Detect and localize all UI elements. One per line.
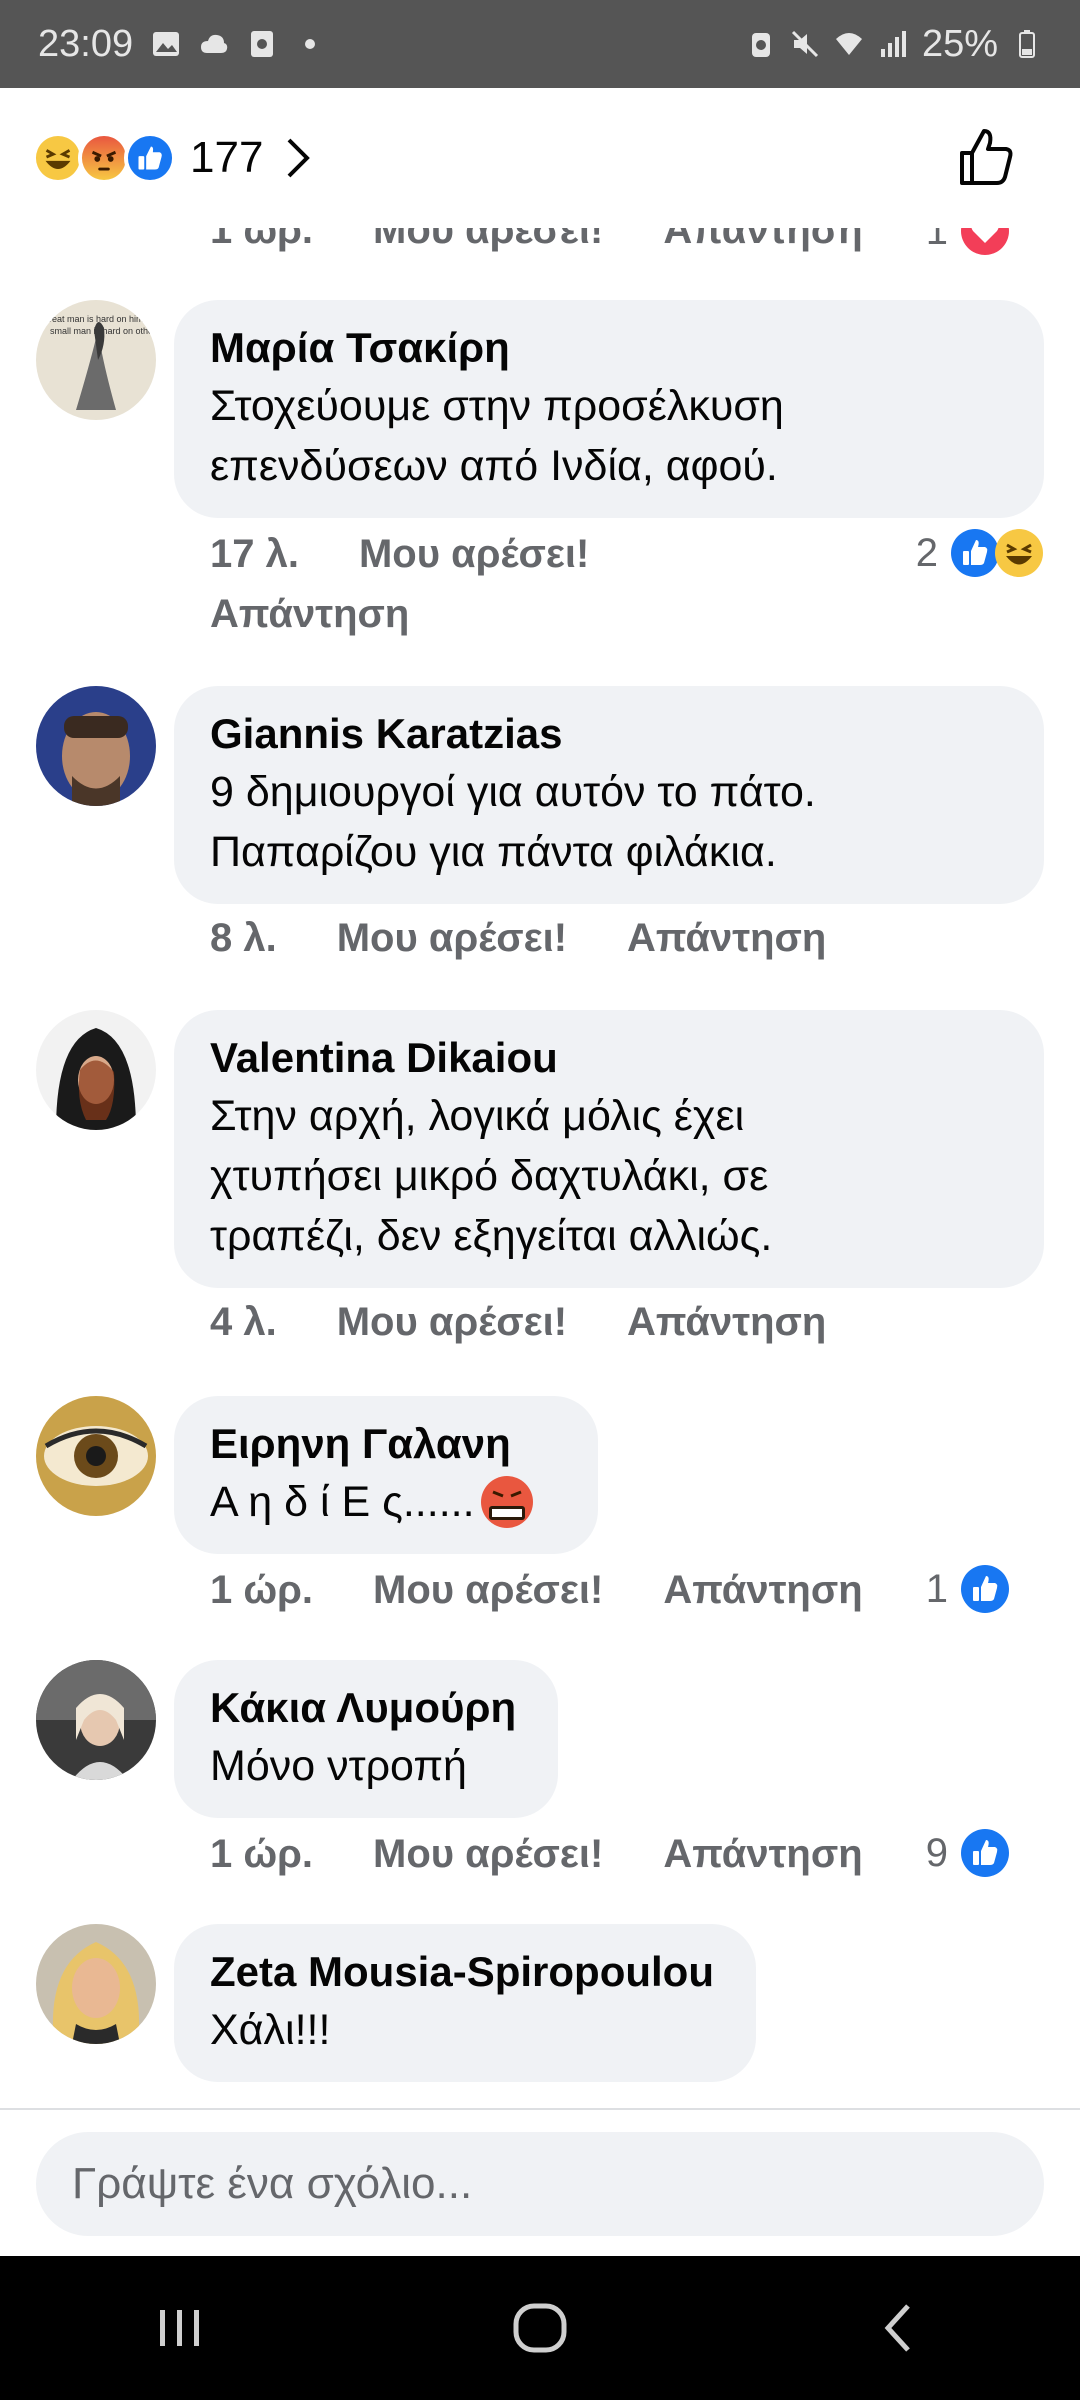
status-bar: 23:09 25% [0,0,1080,88]
comment-text: Μόνο ντροπή [210,1742,467,1790]
avatar[interactable] [36,1010,156,1130]
swearing-emoji-icon [480,1476,533,1528]
comment-input[interactable]: Γράψτε ένα σχόλιο... [36,2132,1044,2236]
comment-bubble: Ειρηνη Γαλανη Α η δ ί Ε ς...... [174,1396,598,1554]
love-icon [961,228,1009,255]
comment-time: 1 ώρ. [210,1568,314,1612]
comment-reactions[interactable]: 1 [926,1564,1010,1614]
avatar[interactable] [36,1396,156,1516]
like-link[interactable]: Μου αρέσει! [359,532,589,577]
comment-bubble: Κάκια Λυμούρη Μόνο ντροπή [174,1660,558,1818]
reply-link[interactable]: Απάντηση [663,1832,862,1877]
comment-text: Στοχεύουμε στην προσέλκυση επενδύσεων απ… [210,382,784,490]
comment-bubble: Valentina Dikaiou Στην αρχή, λογικά μόλι… [174,1010,1044,1288]
comment-author[interactable]: Valentina Dikaiou [210,1030,1008,1086]
cutoff-comment-meta: 1 ώρ. Μου αρέσει! Απάντηση 1 [0,228,1080,268]
like-icon [961,1565,1009,1613]
comment-time: 1 ώρ. [210,1832,314,1876]
battery-icon [1019,30,1035,58]
comment-bubble: Giannis Karatzias 9 δημιουργοί για αυτόν… [174,686,1044,904]
comment-author[interactable]: Giannis Karatzias [210,706,1008,762]
like-link[interactable]: Μου αρέσει! [373,1832,603,1877]
avatar[interactable]: great man is hard on himselfsmall man is… [36,300,156,420]
comment-reaction-count: 1 [925,228,948,253]
back-button[interactable] [840,2268,960,2388]
comment-text: 9 δημιουργοί για αυτόν το πάτο. Παπαρίζο… [210,768,816,876]
chevron-right-icon[interactable] [281,134,315,182]
dot-icon [305,39,316,49]
comments-list: 1 ώρ. Μου αρέσει! Απάντηση 1 great man i… [0,228,1080,2108]
comment-reaction-count: 2 [915,530,938,575]
reactions-summary[interactable] [32,132,176,184]
comment-author[interactable]: Μαρία Τσακίρη [210,320,1008,376]
comment-meta: 8 λ. Μου αρέσει! Απάντηση [210,916,886,961]
battery-level: 25% [921,22,998,65]
comment-bubble: Zeta Mousia-Spiropoulou Χάλι!!! [174,1924,756,2082]
app-notification-icon [251,31,274,57]
reply-link[interactable]: Απάντηση [627,1300,826,1345]
reply-link[interactable]: Απάντηση [627,916,826,961]
comment-reactions[interactable]: 2 [916,528,1044,578]
thumbs-up-icon[interactable] [952,125,1018,191]
like-link[interactable]: Μου αρέσει! [337,916,567,961]
reply-link[interactable]: Απάντηση [210,592,409,637]
gallery-icon [153,32,180,56]
like-icon [124,132,176,184]
comment-meta: 17 λ. Μου αρέσει! [210,532,649,577]
reply-link[interactable]: Απάντηση [663,228,862,253]
home-icon [513,2303,567,2353]
comment-time: 4 λ. [210,1300,277,1344]
comment-time: 8 λ. [210,916,277,960]
signal-icon [880,31,906,57]
like-icon [961,1829,1009,1877]
mute-icon [791,30,818,58]
haha-icon [32,132,84,184]
status-time: 23:09 [38,22,134,65]
like-link[interactable]: Μου αρέσει! [337,1300,567,1345]
like-link[interactable]: Μου αρέσει! [373,228,603,253]
comment-author[interactable]: Ειρηνη Γαλανη [210,1416,562,1472]
comment-composer: Γράψτε ένα σχόλιο... [0,2108,1080,2256]
comment-text: Στην αρχή, λογικά μόλις έχει χτυπήσει μι… [210,1092,773,1260]
comment-time: 17 λ. [210,532,299,576]
angry-icon [78,132,130,184]
alarm-icon [751,33,770,57]
cloud-icon [201,34,228,53]
reaction-count[interactable]: 177 [190,133,263,183]
comment-bubble: Μαρία Τσακίρη Στοχεύουμε στην προσέλκυση… [174,300,1044,518]
comment-text: Χάλι!!! [210,2006,331,2054]
comment-author[interactable]: Zeta Mousia-Spiropoulou [210,1944,720,2000]
comment-meta: 1 ώρ. Μου αρέσει! Απάντηση [210,1568,923,1613]
comment-time: 1 ώρ. [210,228,314,252]
wifi-icon [835,33,862,55]
comment-author[interactable]: Κάκια Λυμούρη [210,1680,522,1736]
comment-reactions[interactable]: 1 [926,228,1010,256]
recent-apps-button[interactable] [120,2268,240,2388]
comment-reaction-count: 9 [925,1830,948,1875]
recent-apps-icon [160,2310,199,2346]
comment-meta: 1 ώρ. Μου αρέσει! Απάντηση [210,1832,923,1877]
system-nav-bar [0,2256,1080,2400]
avatar[interactable] [36,1924,156,2044]
reply-link[interactable]: Απάντηση [663,1568,862,1613]
back-icon [884,2304,910,2352]
like-icon [951,529,999,577]
avatar[interactable] [36,686,156,806]
comment-text-content: Α η δ ί Ε ς...... [210,1478,475,1526]
comment-text: Α η δ ί Ε ς...... [210,1472,562,1532]
comment-meta: 1 ώρ. Μου αρέσει! Απάντηση [210,228,923,253]
reactions-header: 177 [0,88,1080,228]
like-link[interactable]: Μου αρέσει! [373,1568,603,1613]
comment-meta: 4 λ. Μου αρέσει! Απάντηση [210,1300,886,1345]
home-button[interactable] [480,2268,600,2388]
haha-icon [995,529,1043,577]
avatar[interactable] [36,1660,156,1780]
comment-reaction-count: 1 [925,1566,948,1611]
comment-reactions[interactable]: 9 [926,1828,1010,1878]
